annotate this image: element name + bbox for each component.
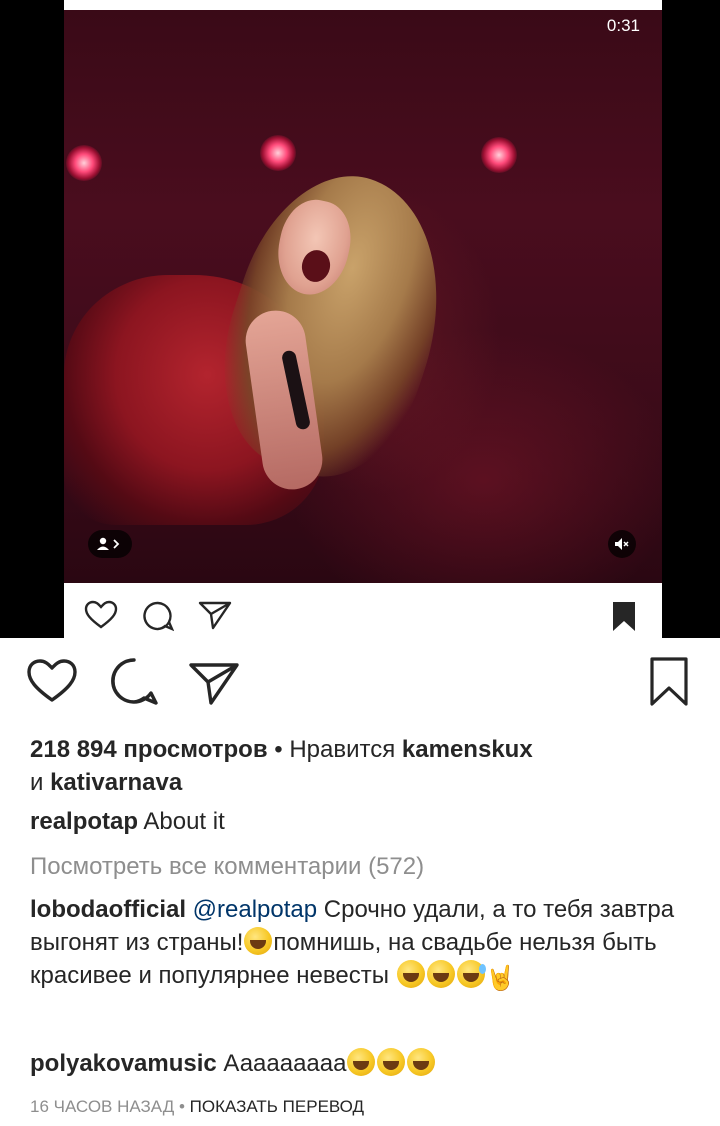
comment-mention[interactable]: @realpotap: [193, 896, 317, 923]
meta-separator: •: [174, 1097, 190, 1116]
liked-and-label: и: [30, 769, 51, 796]
embedded-action-bar: [64, 583, 662, 638]
stage-light: [481, 137, 517, 173]
comment-icon: [143, 601, 174, 632]
heart-icon: [27, 658, 77, 702]
bookmark-icon: [613, 602, 635, 631]
post-meta: 16 ЧАСОВ НАЗАД • ПОКАЗАТЬ ПЕРЕВОД: [30, 1094, 690, 1120]
comment-item: lobodaofficial @realpotap Срочно удали, …: [30, 893, 690, 995]
grinning-squinting-emoji: [407, 1048, 436, 1076]
comment-item: polyakovamusic Ааааааааа: [30, 1047, 690, 1080]
views-and-likes: 218 894 просмотров • Нравится kamenskux …: [30, 733, 690, 799]
rofl-emoji: [426, 960, 455, 988]
paper-plane-icon: [198, 601, 232, 630]
comment-icon: [111, 658, 158, 705]
mute-button[interactable]: [608, 530, 636, 558]
caption-username[interactable]: realpotap: [30, 808, 138, 835]
heart-icon: [84, 600, 118, 629]
grinning-squinting-emoji: [347, 1048, 376, 1076]
paper-plane-icon: [189, 662, 239, 705]
grinning-squinting-emoji: [244, 927, 273, 955]
stage-light: [260, 135, 296, 171]
bookmark-icon: [650, 657, 688, 706]
rofl-emoji: [396, 960, 425, 988]
tagged-people-button[interactable]: [88, 530, 132, 558]
embedded-post-screenshot: 0:31: [0, 0, 720, 638]
comment-username[interactable]: lobodaofficial: [30, 896, 186, 923]
post-caption: realpotap About it: [30, 805, 690, 838]
rock-on-hand-emoji: 🤘: [485, 965, 516, 992]
comment-button[interactable]: [106, 656, 162, 708]
liked-user-link[interactable]: kativarnava: [50, 769, 182, 796]
sweat-smile-emoji: [456, 960, 486, 988]
liked-user-link[interactable]: kamenskux: [402, 736, 533, 763]
views-count[interactable]: 218 894 просмотров: [30, 736, 268, 763]
comment-username[interactable]: polyakovamusic: [30, 1050, 217, 1077]
grinning-squinting-emoji: [377, 1048, 406, 1076]
stage-light: [66, 145, 102, 181]
like-button[interactable]: [24, 656, 80, 708]
status-strip: [64, 0, 662, 10]
liked-by-label: • Нравится: [267, 736, 402, 763]
video-timer: 0:31: [606, 16, 640, 35]
video-player[interactable]: 0:31: [64, 10, 662, 583]
muted-speaker-icon: [615, 538, 629, 550]
post-action-bar: [0, 640, 720, 720]
show-translation-link[interactable]: ПОКАЗАТЬ ПЕРЕВОД: [190, 1097, 364, 1116]
tagged-people-icon: [97, 537, 120, 550]
save-button[interactable]: [648, 657, 690, 709]
post-timestamp: 16 ЧАСОВ НАЗАД: [30, 1097, 175, 1116]
caption-text: About it: [138, 808, 225, 835]
comment-text: Ааааааааа: [216, 1050, 347, 1077]
view-all-comments-link[interactable]: Посмотреть все комментарии (572): [30, 850, 690, 883]
share-button[interactable]: [186, 658, 242, 710]
